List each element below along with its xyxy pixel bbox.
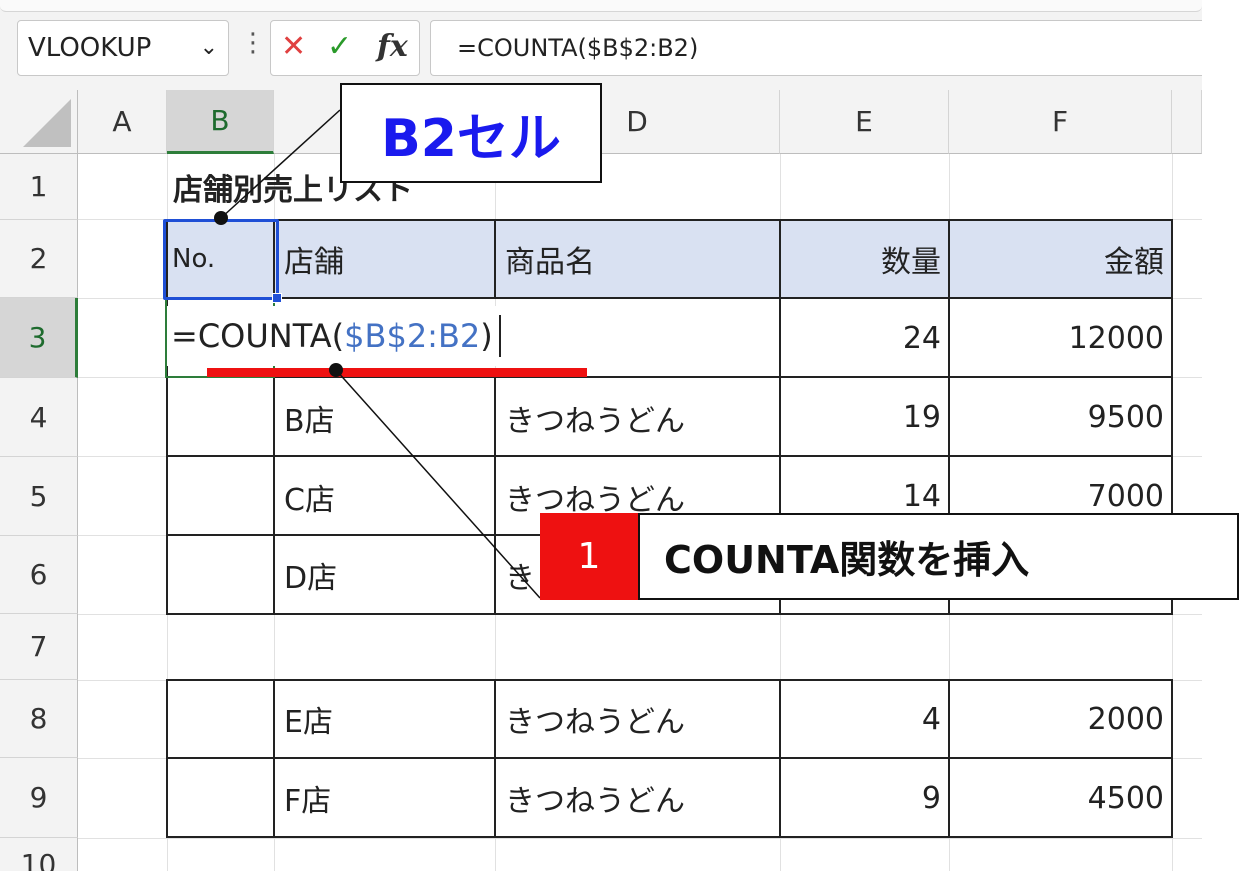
cell-d4[interactable]: きつねうどん: [497, 378, 685, 457]
cell-e9[interactable]: 9: [780, 758, 949, 838]
row-header-7[interactable]: 7: [0, 614, 78, 680]
cell-f3[interactable]: 12000: [949, 298, 1172, 378]
column-header-f[interactable]: F: [949, 90, 1172, 154]
column-header-b[interactable]: B: [167, 90, 274, 154]
row-header-1[interactable]: 1: [0, 154, 78, 220]
row-header-2[interactable]: 2: [0, 220, 78, 298]
row-header-5[interactable]: 5: [0, 457, 78, 536]
step-number-badge: 1: [540, 513, 638, 600]
in-cell-editor[interactable]: =COUNTA($B$2:B2): [167, 306, 501, 366]
table-border: [948, 679, 950, 838]
cell-f8[interactable]: 2000: [949, 680, 1172, 758]
cancel-icon[interactable]: ✕: [281, 29, 306, 64]
table-border: [166, 219, 1173, 221]
column-header-a[interactable]: A: [78, 90, 167, 154]
table-border: [494, 219, 496, 298]
name-box-value: VLOOKUP: [28, 33, 152, 63]
row-header-4[interactable]: 4: [0, 378, 78, 457]
table-border: [166, 757, 1173, 759]
name-box[interactable]: VLOOKUP ⌄: [17, 20, 229, 76]
row-header-6[interactable]: 6: [0, 536, 78, 614]
table-border: [166, 836, 1173, 838]
row-header-3[interactable]: 3: [0, 298, 78, 378]
cell-f4[interactable]: 9500: [949, 378, 1172, 457]
cell-c6[interactable]: D店: [276, 536, 337, 614]
formula-suffix: ): [480, 317, 493, 355]
header-store[interactable]: 店舗: [276, 220, 344, 298]
row-header-8[interactable]: 8: [0, 680, 78, 758]
column-header-g-partial[interactable]: [1172, 90, 1202, 154]
insert-function-icon[interactable]: fx: [377, 29, 408, 64]
cell-c5[interactable]: C店: [276, 457, 335, 536]
table-border: [166, 613, 1173, 615]
cell-d6[interactable]: き: [497, 536, 535, 614]
table-border: [779, 679, 781, 838]
cell-e4[interactable]: 19: [780, 378, 949, 457]
cell-e3[interactable]: 24: [780, 298, 949, 378]
formula-range-ref: $B$2:B2: [344, 317, 481, 355]
select-all-corner[interactable]: [0, 90, 78, 154]
table-border: [166, 679, 1173, 681]
reference-highlight-b2: [163, 219, 282, 303]
cell-c9[interactable]: F店: [276, 758, 331, 838]
table-border: [273, 679, 275, 838]
row-header-10[interactable]: 10: [0, 838, 78, 871]
table-border: [273, 376, 275, 614]
cell-e8[interactable]: 4: [780, 680, 949, 758]
ribbon-edge: [0, 0, 1202, 12]
cell-d8[interactable]: きつねうどん: [497, 680, 685, 758]
header-qty[interactable]: 数量: [780, 220, 949, 298]
text-cursor: [498, 315, 501, 357]
formula-input[interactable]: =COUNTA($B$2:B2): [430, 20, 1202, 76]
b2-cell-callout: B2セル: [340, 83, 602, 183]
cell-c8[interactable]: E店: [276, 680, 333, 758]
highlight-underline: [207, 368, 587, 377]
header-amount[interactable]: 金額: [949, 220, 1172, 298]
formula-controls: ✕ ✓ fx: [270, 20, 420, 76]
table-border: [166, 455, 1173, 457]
table-border: [494, 679, 496, 838]
formula-text: =COUNTA($B$2:B2): [457, 34, 699, 62]
table-border: [494, 376, 496, 614]
chevron-down-icon[interactable]: ⌄: [200, 35, 218, 60]
cell-c4[interactable]: B店: [276, 378, 335, 457]
enter-icon[interactable]: ✓: [327, 29, 352, 64]
row-header-9[interactable]: 9: [0, 758, 78, 838]
table-border: [1171, 679, 1173, 838]
gridline: [78, 838, 1202, 839]
vertical-dots-icon[interactable]: ⋮: [240, 28, 266, 58]
step-instruction: COUNTA関数を挿入: [638, 513, 1239, 600]
formula-prefix: =COUNTA(: [171, 317, 345, 355]
column-header-e[interactable]: E: [780, 90, 949, 154]
cell-f9[interactable]: 4500: [949, 758, 1172, 838]
table-border: [166, 297, 1173, 299]
cell-d9[interactable]: きつねうどん: [497, 758, 685, 838]
header-product[interactable]: 商品名: [497, 220, 595, 298]
table-border: [166, 679, 168, 838]
